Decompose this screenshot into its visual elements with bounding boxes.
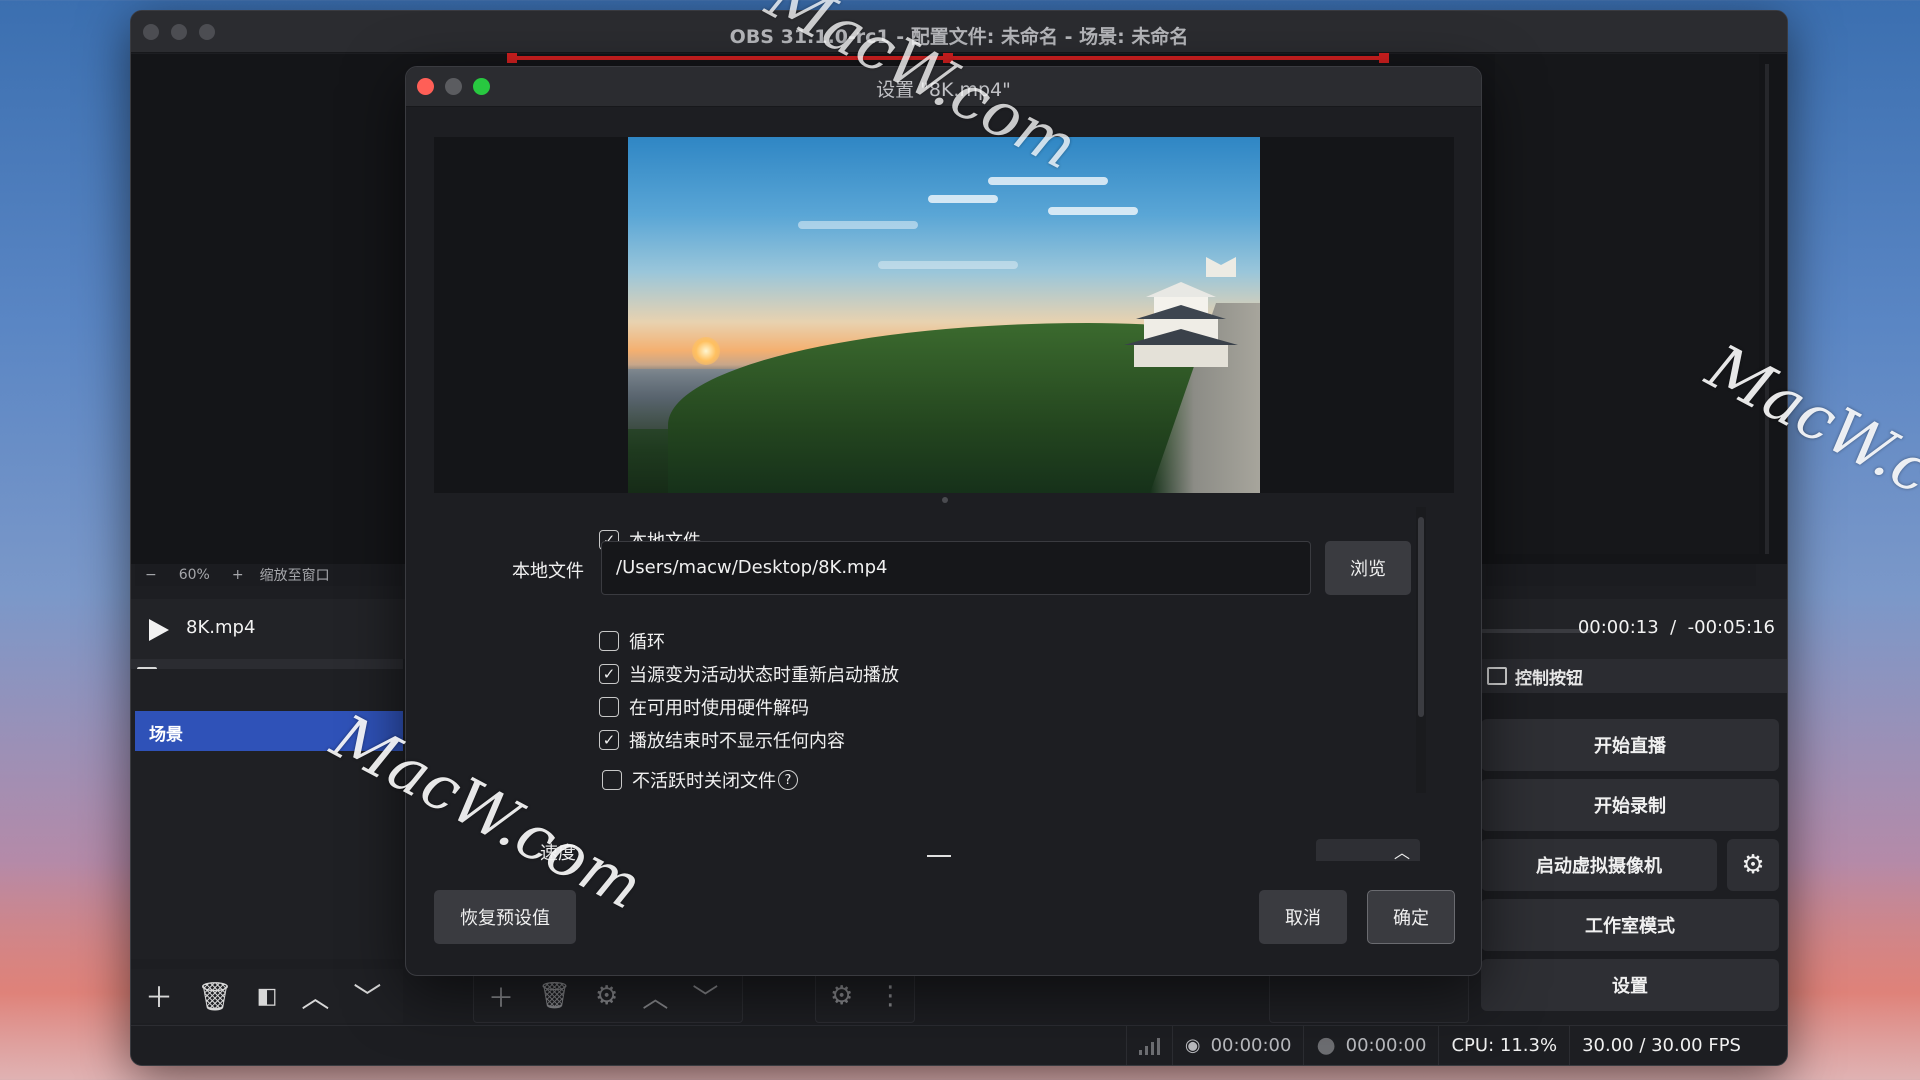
loop-checkbox[interactable] — [599, 631, 619, 651]
resize-handle[interactable] — [507, 53, 517, 63]
media-time: 00:00:13 / -00:05:16 — [1578, 617, 1775, 638]
source-bounding-box[interactable] — [507, 53, 1389, 63]
main-titlebar: OBS 31.1.0-rc1 - 配置文件: 未命名 - 场景: 未命名 — [131, 11, 1787, 53]
close-inactive-option[interactable]: 不活跃时关闭文件 ? — [602, 767, 798, 793]
media-elapsed: 00:00:13 — [1577, 617, 1659, 638]
settings-button[interactable]: 设置 — [1481, 959, 1779, 1011]
network-status — [1125, 1025, 1172, 1065]
resize-handle[interactable] — [943, 53, 953, 63]
media-seek-slider[interactable] — [1481, 629, 1591, 633]
status-bar: ◉ 00:00:00 ● 00:00:00 CPU: 11.3% 30.00 /… — [131, 1025, 1787, 1065]
cpu-usage: CPU: 11.3% — [1438, 1025, 1569, 1065]
resize-handle[interactable] — [1379, 53, 1389, 63]
add-icon[interactable]: ＋ — [145, 976, 173, 1016]
dialog-title: 设置 "8K.mp4" — [876, 79, 1011, 101]
ok-button[interactable]: 确定 — [1367, 890, 1455, 944]
browse-button[interactable]: 浏览 — [1325, 541, 1411, 595]
zoom-fit-button[interactable]: 缩放至窗口 — [260, 565, 330, 585]
cancel-button[interactable]: 取消 — [1259, 890, 1347, 944]
record-icon: ● — [1316, 1033, 1336, 1058]
media-source-name: 8K.mp4 — [186, 617, 256, 638]
preview-scrollbar[interactable] — [1765, 64, 1769, 554]
option-label: 不活跃时关闭文件 — [632, 771, 776, 792]
trash-icon[interactable]: 🗑 — [538, 981, 571, 1011]
zoom-level: 60% — [178, 567, 210, 583]
media-remaining: -00:05:16 — [1687, 617, 1775, 638]
signal-icon — [1138, 1037, 1160, 1055]
media-preview-image — [628, 137, 1260, 493]
dialog-titlebar: 设置 "8K.mp4" — [406, 67, 1481, 107]
dialog-preview — [434, 137, 1454, 493]
stream-status: ◉ 00:00:00 — [1171, 1025, 1304, 1065]
studio-mode-button[interactable]: 工作室模式 — [1481, 899, 1779, 951]
chevron-down-icon[interactable]: ﹀ — [353, 976, 381, 1016]
controls-panel: 开始直播 开始录制 启动虚拟摄像机 ⚙ 工作室模式 设置 — [1481, 669, 1787, 1029]
filter-icon[interactable]: ◧ — [257, 984, 278, 1009]
help-icon[interactable]: ? — [778, 770, 798, 790]
zoom-bar-right — [1486, 564, 1756, 586]
chevron-up-icon[interactable]: ︿ — [642, 978, 668, 1015]
fps-readout: 30.00 / 30.00 FPS — [1569, 1025, 1753, 1065]
option-label: 播放结束时不显示任何内容 — [629, 731, 845, 752]
loop-option[interactable]: 循环 — [599, 628, 665, 654]
source-properties-dialog: 设置 "8K.mp4" ✓ 本地文件 /Users/macw/Desktop/8… — [405, 66, 1482, 976]
hardware-decoding-option[interactable]: 在可用时使用硬件解码 — [599, 694, 809, 720]
start-record-button[interactable]: 开始录制 — [1481, 779, 1779, 831]
preview-margin — [1495, 54, 1759, 554]
trash-icon[interactable]: 🗑 — [197, 980, 233, 1013]
add-icon[interactable]: ＋ — [488, 978, 514, 1015]
zoom-in-button[interactable]: + — [232, 567, 244, 583]
gear-icon[interactable]: ⚙ — [830, 981, 853, 1011]
restart-checkbox[interactable]: ✓ — [599, 664, 619, 684]
more-vertical-icon[interactable]: ⋮ — [877, 981, 903, 1011]
stream-time: 00:00:00 — [1210, 1035, 1292, 1056]
speed-label: 速度 — [540, 843, 576, 864]
sources-toolbar: ＋ 🗑 ⚙ ︿ ﹀ — [473, 969, 743, 1023]
close-inactive-checkbox[interactable] — [602, 770, 622, 790]
hide-ended-checkbox[interactable]: ✓ — [599, 730, 619, 750]
castle-graphic — [1124, 257, 1238, 367]
broadcast-icon: ◉ — [1184, 1035, 1201, 1056]
virtual-camera-button[interactable]: 启动虚拟摄像机 — [1481, 839, 1717, 891]
speed-spinbox[interactable]: ︿ — [1316, 839, 1420, 863]
option-label: 循环 — [629, 632, 665, 653]
virtual-camera-settings-button[interactable]: ⚙ — [1727, 839, 1779, 891]
restore-defaults-button[interactable]: 恢复预设值 — [434, 890, 576, 944]
hide-when-ended-option[interactable]: ✓ 播放结束时不显示任何内容 — [599, 727, 845, 753]
properties-form: ✓ 本地文件 本地文件 /Users/macw/Desktop/8K.mp4 浏… — [434, 507, 1424, 807]
scene-item[interactable]: 场景 — [135, 711, 403, 751]
chevron-up-icon[interactable]: ︿ — [1394, 839, 1410, 863]
scenes-toolbar: ＋ 🗑 ◧ ︿ ﹀ — [131, 969, 403, 1023]
form-scrollbar[interactable] — [1416, 507, 1426, 793]
hw-decode-checkbox[interactable] — [599, 697, 619, 717]
zoom-out-button[interactable]: − — [145, 567, 157, 583]
record-status: ● 00:00:00 — [1303, 1025, 1438, 1065]
zoom-bar: − 60% + 缩放至窗口 — [135, 564, 402, 586]
media-time-separator: / — [1670, 617, 1677, 638]
transitions-toolbar — [1269, 969, 1469, 1023]
speed-slider[interactable] — [927, 855, 951, 857]
option-label: 当源变为活动状态时重新启动播放 — [629, 665, 899, 686]
file-path-input[interactable]: /Users/macw/Desktop/8K.mp4 — [601, 541, 1311, 595]
chevron-up-icon[interactable]: ︿ — [301, 976, 329, 1016]
main-window-title: OBS 31.1.0-rc1 - 配置文件: 未命名 - 场景: 未命名 — [729, 26, 1189, 48]
start-stream-button[interactable]: 开始直播 — [1481, 719, 1779, 771]
scenes-panel: 场景 — [131, 669, 403, 959]
gear-icon[interactable]: ⚙ — [595, 981, 618, 1011]
restart-on-activate-option[interactable]: ✓ 当源变为活动状态时重新启动播放 — [599, 661, 899, 687]
audio-toolbar: ⚙ ⋮ — [815, 969, 915, 1023]
splitter-handle[interactable] — [942, 497, 948, 503]
play-icon[interactable] — [149, 619, 169, 641]
local-file-label: 本地文件 — [512, 561, 584, 582]
record-time: 00:00:00 — [1345, 1035, 1427, 1056]
option-label: 在可用时使用硬件解码 — [629, 698, 809, 719]
chevron-down-icon[interactable]: ﹀ — [692, 978, 718, 1015]
gear-icon: ⚙ — [1741, 850, 1765, 880]
